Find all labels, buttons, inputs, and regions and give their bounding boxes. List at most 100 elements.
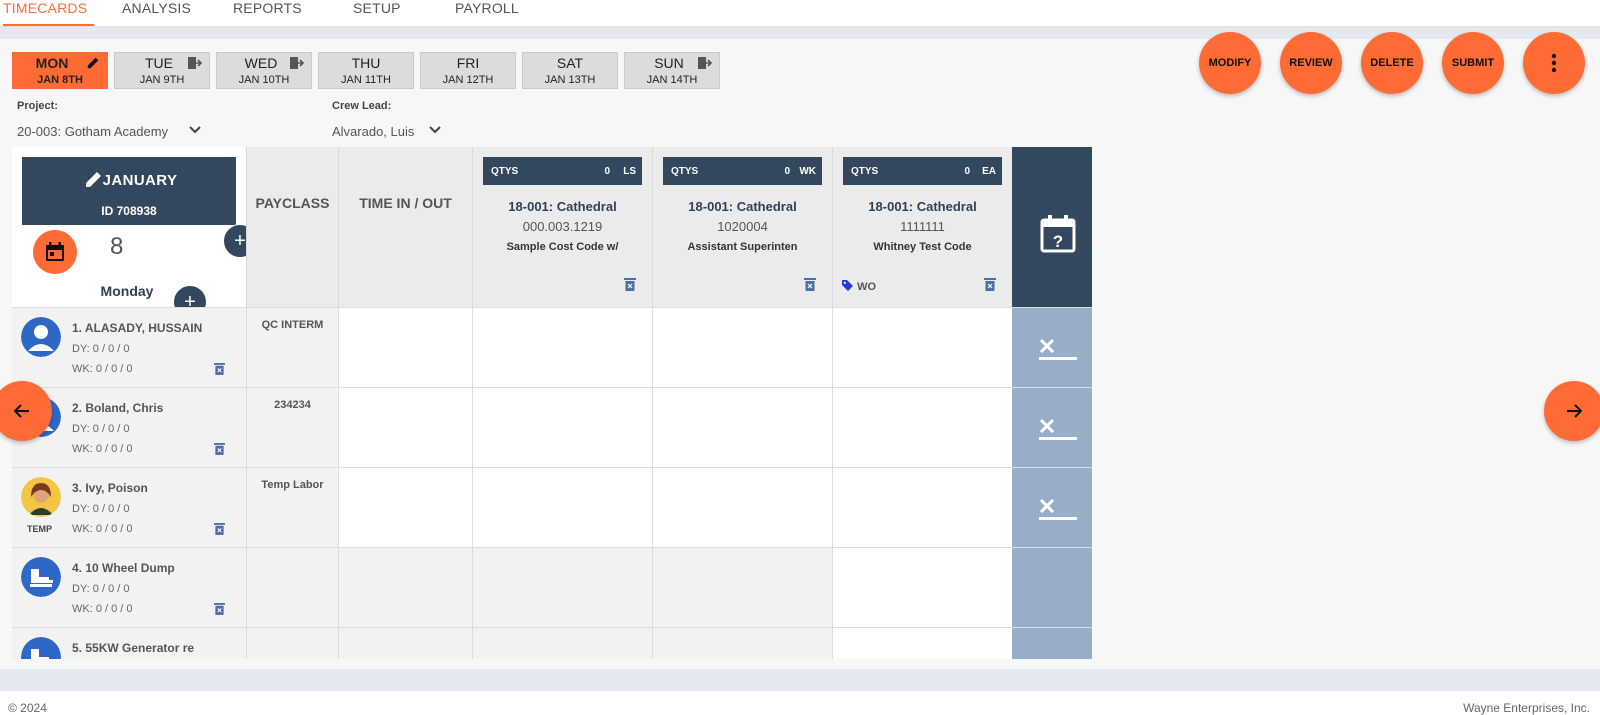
trash-icon[interactable]	[214, 362, 225, 375]
hours-cell[interactable]	[472, 548, 652, 628]
payclass-cell[interactable]	[246, 548, 338, 628]
more-options-button[interactable]	[1523, 32, 1585, 94]
next-button[interactable]	[1544, 381, 1600, 441]
employee-name: 4. 10 Wheel Dump	[72, 561, 175, 575]
work-order-tag[interactable]: WO	[841, 279, 876, 293]
day-button-fri[interactable]: FRI JAN 12TH	[420, 52, 516, 89]
trash-icon[interactable]	[804, 277, 816, 291]
photo-avatar	[21, 477, 61, 517]
hours-cell[interactable]	[652, 548, 832, 628]
payclass-cell[interactable]: QC INTERM	[246, 308, 338, 388]
qtys-bar[interactable]: QTYS 0 LS	[483, 157, 642, 185]
time-cell[interactable]	[338, 388, 472, 468]
employee-cell[interactable]: 1. ALASADY, HUSSAIN DY: 0 / 0 / 0 WK: 0 …	[12, 308, 246, 388]
qtys-label: QTYS	[671, 166, 699, 177]
hours-cell[interactable]	[472, 468, 652, 548]
hours-cell[interactable]	[652, 388, 832, 468]
hours-cell[interactable]	[832, 468, 1012, 548]
cost-code-column-3[interactable]: QTYS 0 EA 18-001: Cathedral 1111111 Whit…	[832, 147, 1012, 307]
clear-row-button[interactable]	[1012, 388, 1092, 468]
payclass-cell[interactable]: Temp Labor	[246, 468, 338, 548]
timecard-header: JANUARY ID 708938 8 Monday	[12, 147, 246, 307]
time-header: TIME IN / OUT	[338, 147, 472, 307]
day-button-thu[interactable]: THU JAN 11TH	[318, 52, 414, 89]
review-column-header[interactable]: ?	[1012, 147, 1092, 307]
trash-icon[interactable]	[214, 442, 225, 455]
project-select[interactable]: 20-003: Gotham Academy	[17, 124, 168, 139]
day-button-wed[interactable]: WED JAN 10TH	[216, 52, 312, 89]
cost-code-column-1[interactable]: QTYS 0 LS 18-001: Cathedral 000.003.1219…	[472, 147, 652, 307]
time-cell[interactable]	[338, 628, 472, 659]
review-button[interactable]: REVIEW	[1280, 32, 1342, 94]
hours-cell[interactable]	[832, 548, 1012, 628]
pencil-icon	[87, 57, 99, 69]
hours-cell[interactable]	[832, 308, 1012, 388]
table-row: TEMP 3. Ivy, Poison DY: 0 / 0 / 0 WK: 0 …	[12, 467, 1092, 548]
calendar-button[interactable]	[33, 230, 77, 274]
hours-cell[interactable]	[472, 308, 652, 388]
hours-cell[interactable]	[472, 628, 652, 659]
qtys-bar[interactable]: QTYS 0 WK	[663, 157, 822, 185]
hours-cell[interactable]	[652, 628, 832, 659]
payclass-cell[interactable]	[246, 628, 338, 659]
cost-code-title: 18-001: Cathedral	[688, 199, 797, 214]
hours-cell[interactable]	[832, 628, 1012, 659]
trash-icon[interactable]	[214, 522, 225, 535]
person-avatar-icon	[21, 317, 61, 357]
day-button-sat[interactable]: SAT JAN 13TH	[522, 52, 618, 89]
time-cell[interactable]	[338, 548, 472, 628]
hours-cell[interactable]	[652, 468, 832, 548]
hours-cell[interactable]	[652, 308, 832, 388]
cost-code-column-2[interactable]: QTYS 0 WK 18-001: Cathedral 1020004 Assi…	[652, 147, 832, 307]
table-row: 5. 55KW Generator re	[12, 627, 1092, 659]
employee-day-hours: DY: 0 / 0 / 0	[72, 343, 130, 355]
chevron-down-icon[interactable]	[428, 125, 442, 135]
calendar-question-icon: ?	[1040, 215, 1076, 253]
time-cell[interactable]	[338, 468, 472, 548]
employee-cell[interactable]: 5. 55KW Generator re	[12, 628, 246, 659]
hours-cell[interactable]	[832, 388, 1012, 468]
delete-button[interactable]: DELETE	[1361, 32, 1423, 94]
trash-icon[interactable]	[624, 277, 636, 291]
row-end-cell	[1012, 548, 1092, 628]
tab-reports[interactable]: REPORTS	[233, 0, 302, 26]
tag-icon	[842, 280, 853, 291]
trash-icon[interactable]	[214, 602, 225, 615]
tab-setup[interactable]: SETUP	[353, 0, 401, 26]
day-date: JAN 9TH	[139, 74, 185, 86]
timecard-title-card[interactable]: JANUARY ID 708938	[22, 157, 236, 225]
cost-code-number: 1020004	[717, 219, 768, 234]
clear-row-button[interactable]	[1012, 308, 1092, 388]
modify-button[interactable]: MODIFY	[1199, 32, 1261, 94]
trash-icon[interactable]	[984, 277, 996, 291]
arrow-right-icon	[1567, 404, 1583, 418]
employee-name: 1. ALASADY, HUSSAIN	[72, 321, 203, 335]
equipment-icon	[21, 557, 61, 597]
hours-cell[interactable]	[472, 388, 652, 468]
day-name: THU	[351, 55, 381, 71]
chevron-down-icon[interactable]	[188, 125, 202, 135]
tab-timecards[interactable]: TIMECARDS	[3, 0, 94, 26]
copy-day-icon	[188, 57, 203, 69]
employee-cell[interactable]: 4. 10 Wheel Dump DY: 0 / 0 / 0 WK: 0 / 0…	[12, 548, 246, 628]
day-button-tue[interactable]: TUE JAN 9TH	[114, 52, 210, 89]
crew-lead-select[interactable]: Alvarado, Luis	[332, 124, 414, 139]
submit-button[interactable]: SUBMIT	[1442, 32, 1504, 94]
clear-row-button[interactable]	[1012, 468, 1092, 548]
day-button-sun[interactable]: SUN JAN 14TH	[624, 52, 720, 89]
tag-label: WO	[857, 281, 877, 293]
tab-payroll[interactable]: PAYROLL	[455, 0, 519, 26]
day-button-mon[interactable]: MON JAN 8TH	[12, 52, 108, 89]
employee-week-hours: WK: 0 / 0 / 0	[72, 443, 133, 455]
tab-analysis[interactable]: ANALYSIS	[122, 0, 191, 26]
payclass-value: 234234	[274, 399, 311, 411]
qtys-bar[interactable]: QTYS 0 EA	[843, 157, 1002, 185]
qtys-unit: WK	[799, 166, 816, 177]
payclass-cell[interactable]: 234234	[246, 388, 338, 468]
clear-icon	[1039, 498, 1077, 520]
top-separator	[0, 27, 1600, 39]
qtys-unit: LS	[623, 166, 636, 177]
employee-cell[interactable]: TEMP 3. Ivy, Poison DY: 0 / 0 / 0 WK: 0 …	[12, 468, 246, 548]
cost-code-description: Assistant Superinten	[687, 241, 798, 253]
time-cell[interactable]	[338, 308, 472, 388]
